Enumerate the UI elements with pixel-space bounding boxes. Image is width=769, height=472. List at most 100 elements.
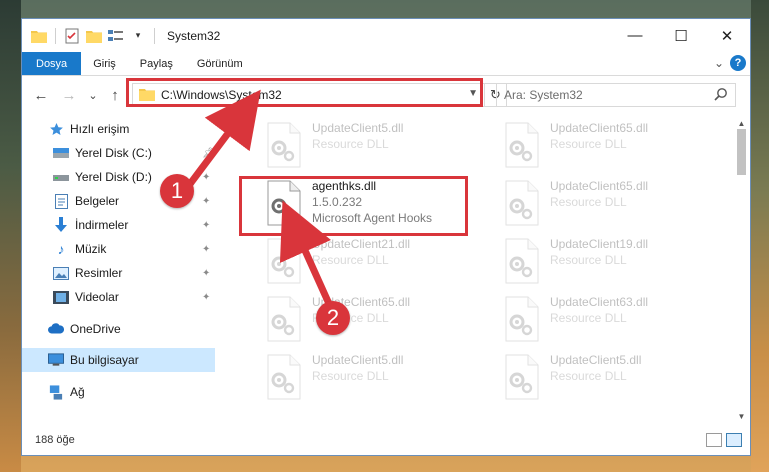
desktop-wallpaper-left: [0, 0, 21, 472]
close-button[interactable]: ✕: [704, 19, 750, 52]
window-title: System32: [167, 28, 221, 43]
file-list: UpdateClient5.dll Resource DLL UpdateClien…: [222, 115, 735, 425]
scroll-down-button[interactable]: ▼: [733, 408, 750, 425]
drive-icon: [53, 145, 69, 161]
sidebar-item-onedrive[interactable]: OneDrive: [22, 317, 215, 341]
file-description: Resource DLL: [312, 137, 389, 151]
sidebar-item-label: Hızlı erişim: [70, 122, 130, 136]
sidebar-item-label: Resimler: [75, 266, 123, 280]
pictures-icon: [53, 265, 69, 281]
view-options-icon[interactable]: [108, 28, 124, 44]
navigation-pane: Hızlı erişim Yerel Disk (C:) 📌︎ Yerel Di…: [22, 115, 215, 425]
file-item[interactable]: UpdateClient5.dll Resource DLL: [502, 351, 732, 407]
maximize-button[interactable]: ☐: [658, 19, 704, 52]
search-input[interactable]: Ara: System32: [496, 83, 736, 107]
tab-view[interactable]: Görünüm: [185, 52, 255, 75]
sidebar-item-music[interactable]: ♪ Müzik ✦: [22, 237, 215, 261]
sidebar-item-this-pc[interactable]: Bu bilgisayar: [22, 348, 215, 372]
new-folder-icon[interactable]: [86, 28, 102, 44]
drive-icon: [53, 169, 69, 185]
pin-icon[interactable]: ✦: [202, 220, 210, 231]
file-name: UpdateClient21.dll: [312, 237, 411, 251]
file-name: UpdateClient5.dll: [312, 353, 404, 367]
sidebar-item-local-disk-c[interactable]: Yerel Disk (C:) 📌︎: [22, 141, 215, 165]
dll-file-icon: [502, 121, 542, 169]
file-name: UpdateClient65.dll: [550, 179, 649, 193]
sidebar-item-pictures[interactable]: Resimler ✦: [22, 261, 215, 285]
file-item[interactable]: UpdateClient65.dll Resource DLL: [264, 293, 494, 349]
dll-file-icon: [264, 121, 304, 169]
customize-toolbar-icon[interactable]: ▾: [130, 28, 146, 44]
tab-home[interactable]: Giriş: [81, 52, 128, 75]
sidebar-item-label: Müzik: [75, 242, 107, 256]
sidebar-item-videos[interactable]: Videolar ✦: [22, 285, 215, 309]
recent-locations-button[interactable]: ⌄: [82, 84, 104, 106]
sidebar-item-label: Bu bilgisayar: [70, 353, 139, 367]
pin-icon[interactable]: ✦: [202, 172, 210, 183]
pin-icon[interactable]: ✦: [202, 244, 210, 255]
ribbon-right-controls: ⌄ ?: [714, 55, 746, 71]
file-description: Resource DLL: [312, 253, 389, 267]
help-icon[interactable]: ?: [730, 55, 746, 71]
file-item[interactable]: UpdateClient5.dll Resource DLL: [264, 119, 494, 175]
tab-share[interactable]: Paylaş: [128, 52, 185, 75]
tiles-view-button[interactable]: [726, 433, 742, 447]
file-description: Resource DLL: [550, 253, 627, 267]
file-description: Resource DLL: [550, 369, 627, 383]
main-content: Hızlı erişim Yerel Disk (C:) 📌︎ Yerel Di…: [22, 115, 750, 425]
video-icon: [53, 289, 69, 305]
vertical-scrollbar[interactable]: ▲ ▼: [733, 115, 750, 425]
sidebar-item-label: Belgeler: [75, 194, 120, 208]
pin-icon[interactable]: 📌︎: [202, 148, 215, 159]
sidebar-item-label: Ağ: [70, 385, 85, 399]
file-description: Resource DLL: [312, 369, 389, 383]
tab-file[interactable]: Dosya: [22, 52, 82, 75]
pin-icon[interactable]: ✦: [202, 268, 210, 279]
music-icon: ♪: [57, 241, 65, 257]
minimize-button[interactable]: —: [612, 19, 658, 52]
up-button[interactable]: ↑: [104, 84, 126, 106]
desktop-wallpaper-right: [751, 0, 769, 472]
scrollbar-thumb[interactable]: [737, 129, 746, 175]
file-description: Resource DLL: [550, 195, 627, 209]
step-badge-1: 1: [160, 174, 194, 208]
dll-file-icon: [502, 237, 542, 285]
properties-icon[interactable]: [64, 28, 80, 44]
file-item[interactable]: UpdateClient65.dll Resource DLL: [502, 119, 732, 175]
search-placeholder: Ara: System32: [504, 88, 583, 102]
file-item[interactable]: UpdateClient65.dll Resource DLL: [502, 177, 732, 233]
forward-button[interactable]: →: [58, 84, 80, 106]
sidebar-item-downloads[interactable]: İndirmeler ✦: [22, 213, 215, 237]
sidebar-item-label: Yerel Disk (D:): [75, 170, 152, 184]
sidebar-item-quick-access[interactable]: Hızlı erişim: [22, 117, 215, 141]
file-item[interactable]: UpdateClient19.dll Resource DLL: [502, 235, 732, 291]
pin-icon[interactable]: ✦: [202, 292, 210, 303]
details-view-button[interactable]: [706, 433, 722, 447]
cloud-icon: [48, 321, 64, 337]
search-icon[interactable]: [714, 87, 728, 104]
file-item[interactable]: UpdateClient5.dll Resource DLL: [264, 351, 494, 407]
back-button[interactable]: ←: [30, 84, 52, 106]
status-bar: 188 öğe: [22, 425, 750, 455]
item-count: 188 öğe: [35, 434, 75, 446]
computer-icon: [48, 352, 64, 368]
sidebar-item-label: Videolar: [75, 290, 119, 304]
dll-file-icon: [502, 295, 542, 343]
dll-file-icon: [264, 353, 304, 401]
sidebar-item-label: İndirmeler: [75, 218, 129, 232]
file-name: UpdateClient19.dll: [550, 237, 649, 251]
pin-icon[interactable]: ✦: [202, 196, 210, 207]
sidebar-item-label: OneDrive: [70, 322, 121, 336]
ribbon-tabs: Dosya Giriş Paylaş Görünüm ⌄ ?: [22, 52, 750, 76]
file-item[interactable]: UpdateClient21.dll Resource DLL: [264, 235, 494, 291]
window-controls: — ☐ ✕: [612, 19, 750, 52]
file-description: Resource DLL: [550, 311, 627, 325]
address-highlight-box: [126, 78, 483, 107]
file-item[interactable]: UpdateClient63.dll Resource DLL: [502, 293, 732, 349]
sidebar-item-network[interactable]: Ağ: [22, 380, 215, 404]
expand-ribbon-icon[interactable]: ⌄: [714, 56, 724, 70]
quick-access-toolbar: ▾: [22, 27, 157, 44]
file-name: UpdateClient65.dll: [550, 121, 649, 135]
view-toggle: [706, 433, 742, 447]
file-name: UpdateClient5.dll: [550, 353, 642, 367]
